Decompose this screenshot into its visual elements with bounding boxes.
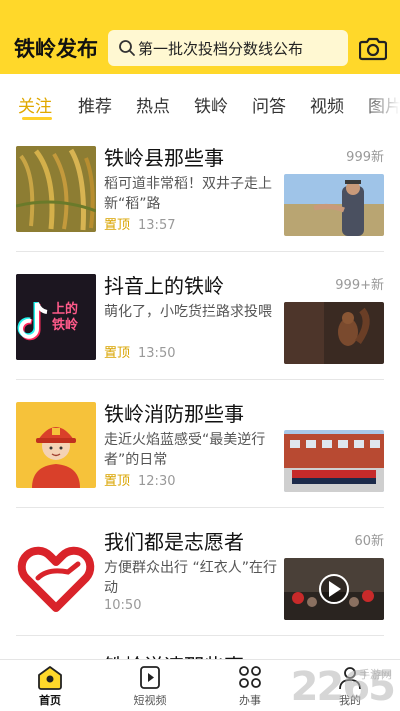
channel-thumbnail-firefighter [16, 402, 96, 488]
feed-time: 10:50 [104, 598, 142, 613]
feed-meta: 10:50 [104, 598, 141, 613]
tab-video[interactable]: 视频 [310, 92, 344, 117]
feed-title: 铁岭县那些事 [104, 146, 224, 170]
search-icon [119, 40, 135, 56]
feed-meta: 置顶 13:50 [104, 342, 175, 361]
site-watermark-sub: 手游网 [359, 668, 392, 681]
feed-item[interactable]: 铁岭消防那些事 走近火焰蓝感受“最美逆行者”的日常 置顶 12:30 [0, 380, 400, 508]
article-image-fire-station [284, 430, 384, 492]
channel-thumbnail-rice [16, 146, 96, 232]
search-bar[interactable]: 第一批次投档分数线公布 [108, 30, 348, 66]
douyin-thumb-text: 上的铁岭 [52, 302, 79, 333]
nav-label: 办事 [239, 694, 261, 707]
channel-thumbnail-volunteer [16, 530, 96, 616]
camera-icon[interactable] [359, 35, 387, 61]
app-logo: 铁岭发布 [14, 37, 98, 61]
nav-label: 短视频 [133, 694, 167, 707]
feed-title: 抖音上的铁岭 [104, 274, 224, 298]
feed-description: 萌化了，小吃货拦路求投喂 [104, 304, 272, 320]
feed-description: 稻可道非常稻！双井子走上新“稻”路 [104, 176, 272, 212]
video-icon [140, 666, 160, 689]
tab-follow[interactable]: 关注 [18, 92, 52, 117]
tab-qa[interactable]: 问答 [252, 92, 286, 117]
pinned-badge: 置顶 [104, 218, 131, 233]
article-video-volunteers[interactable] [284, 558, 384, 620]
feed-meta: 置顶 13:57 [104, 214, 175, 233]
pinned-badge: 置顶 [104, 474, 131, 489]
search-placeholder: 第一批次投档分数线公布 [138, 40, 304, 58]
services-grid-icon [239, 666, 261, 688]
tab-recommend[interactable]: 推荐 [78, 92, 112, 117]
nav-home[interactable]: 首页 [10, 664, 90, 708]
home-icon [38, 666, 62, 690]
feed-item[interactable]: 铁岭说违那些事 [0, 636, 400, 660]
app-header: 铁岭发布 第一批次投档分数线公布 [0, 0, 400, 74]
feed-item[interactable]: 我们都是志愿者 60新 方便群众出行 “红衣人”在行动 10:50 [0, 508, 400, 636]
active-tab-indicator [22, 117, 52, 120]
feed-meta: 置顶 12:30 [104, 470, 175, 489]
tab-tieling[interactable]: 铁岭 [194, 92, 228, 117]
nav-label: 首页 [39, 694, 61, 707]
feed-time: 13:57 [138, 218, 176, 233]
feed-description: 方便群众出行 “红衣人”在行动 [104, 560, 277, 596]
feed-title: 铁岭消防那些事 [104, 402, 244, 426]
channel-thumbnail-douyin: 上的铁岭 [16, 274, 96, 360]
unread-count: 999新 [346, 150, 384, 165]
feed-title: 我们都是志愿者 [104, 530, 244, 554]
feed-description: 走近火焰蓝感受“最美逆行者”的日常 [104, 432, 266, 468]
article-image-farmer [284, 174, 384, 236]
feed-item[interactable]: 上的铁岭 抖音上的铁岭 999+新 萌化了，小吃货拦路求投喂 置顶 13:50 [0, 252, 400, 380]
article-image-squirrel [284, 302, 384, 364]
unread-count: 60新 [354, 534, 384, 549]
feed-time: 12:30 [138, 474, 176, 489]
pinned-badge: 置顶 [104, 346, 131, 361]
category-tabs: 关注 推荐 热点 铁岭 问答 视频 图片 [0, 74, 400, 124]
feed-time: 13:50 [138, 346, 176, 361]
unread-count: 999+新 [335, 278, 384, 293]
feed-item[interactable]: 铁岭县那些事 999新 稻可道非常稻！双井子走上新“稻”路 置顶 13:57 [0, 124, 400, 252]
nav-services[interactable]: 办事 [210, 664, 290, 708]
tab-hot[interactable]: 热点 [136, 92, 170, 117]
nav-short-video[interactable]: 短视频 [110, 664, 190, 708]
